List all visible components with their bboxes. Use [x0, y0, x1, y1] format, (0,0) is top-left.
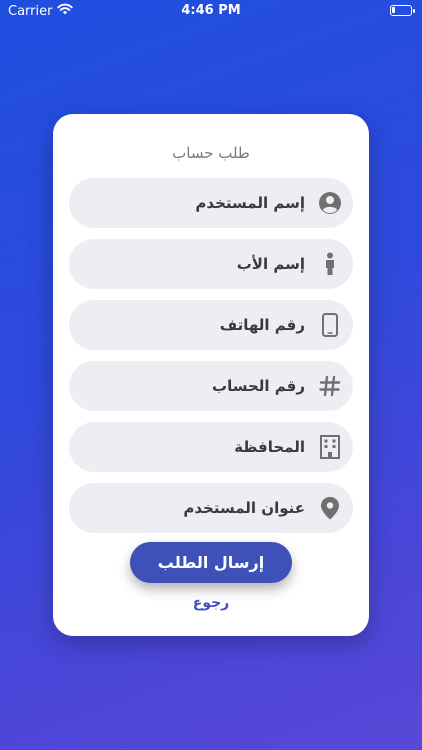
- governorate-field[interactable]: المحافظة: [69, 422, 353, 472]
- father-name-label: إسم الأب: [236, 255, 305, 273]
- user-address-field[interactable]: عنوان المستخدم: [69, 483, 353, 533]
- building-icon: [317, 434, 343, 460]
- father-name-field[interactable]: إسم الأب: [69, 239, 353, 289]
- form-title: طلب حساب: [172, 144, 250, 162]
- hash-icon: [317, 373, 343, 399]
- username-field[interactable]: إسم المستخدم: [69, 178, 353, 228]
- phone-number-field[interactable]: رقم الهاتف: [69, 300, 353, 350]
- account-number-label: رقم الحساب: [212, 377, 305, 395]
- submit-request-button[interactable]: إرسال الطلب: [130, 542, 292, 583]
- battery-icon: [390, 5, 415, 16]
- request-account-card: طلب حساب إسم المستخدم إسم الأب رقم الهات…: [53, 114, 369, 636]
- account-number-field[interactable]: رقم الحساب: [69, 361, 353, 411]
- status-bar: Carrier 4:46 PM: [0, 0, 422, 22]
- governorate-label: المحافظة: [234, 438, 305, 456]
- user-address-label: عنوان المستخدم: [183, 499, 305, 517]
- location-pin-icon: [317, 495, 343, 521]
- back-link[interactable]: رجوع: [53, 595, 369, 611]
- user-circle-icon: [317, 190, 343, 216]
- phone-number-label: رقم الهاتف: [219, 316, 305, 334]
- phone-icon: [317, 312, 343, 338]
- status-time: 4:46 PM: [181, 3, 241, 18]
- username-label: إسم المستخدم: [195, 194, 305, 212]
- person-icon: [317, 251, 343, 277]
